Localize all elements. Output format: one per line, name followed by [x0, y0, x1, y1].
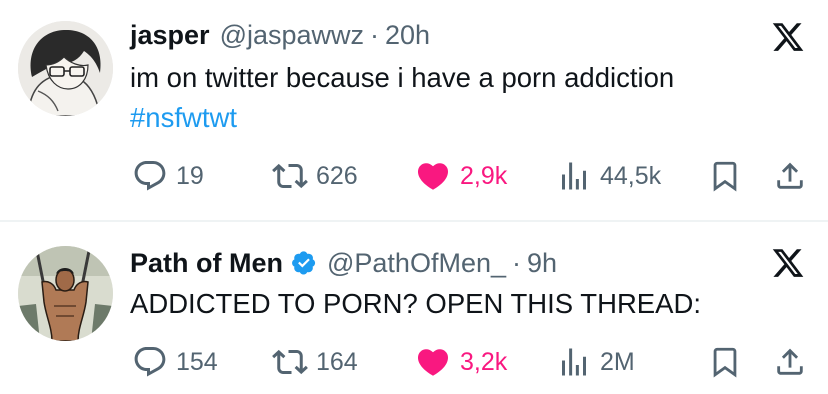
timestamp[interactable]: 20h: [385, 20, 430, 51]
tweet[interactable]: jasper @jaspawwz · 20h im on twitter bec…: [0, 0, 828, 220]
tweet-header: jasper @jaspawwz · 20h: [130, 18, 430, 52]
views-button[interactable]: 44,5k: [556, 156, 661, 196]
share-button[interactable]: [773, 156, 807, 196]
retweet-button[interactable]: 626: [272, 156, 358, 196]
avatar[interactable]: [18, 21, 113, 116]
retweet-icon: [272, 349, 308, 375]
reply-button[interactable]: 19: [132, 156, 204, 196]
share-icon: [777, 348, 803, 375]
retweet-count: 626: [316, 161, 358, 190]
tweet-actions: 154 164 3,2k 2M: [0, 342, 828, 382]
avatar-illustration-icon: [18, 21, 113, 116]
author-handle[interactable]: @jaspawwz: [220, 20, 364, 51]
tweet-text: ADDICTED TO PORN? OPEN THIS THREAD:: [130, 288, 701, 319]
x-logo-icon[interactable]: [770, 20, 806, 54]
author-name[interactable]: Path of Men: [130, 248, 283, 279]
heart-icon: [417, 349, 449, 376]
bookmark-button[interactable]: [708, 156, 742, 196]
avatar-illustration-icon: [18, 246, 113, 341]
reply-count: 19: [176, 161, 204, 190]
comment-icon: [134, 161, 166, 191]
views-count: 44,5k: [600, 161, 662, 190]
retweet-count: 164: [316, 347, 358, 376]
like-button[interactable]: 3,2k: [414, 342, 507, 382]
share-button[interactable]: [773, 342, 807, 382]
bookmark-icon: [713, 161, 737, 192]
like-button[interactable]: 2,9k: [414, 156, 507, 196]
x-logo-icon[interactable]: [770, 246, 806, 280]
like-count: 2,9k: [460, 161, 508, 190]
author-handle[interactable]: @PathOfMen_: [327, 248, 506, 279]
timestamp[interactable]: 9h: [527, 248, 557, 279]
heart-icon: [417, 163, 449, 190]
reply-count: 154: [176, 347, 218, 376]
author-name[interactable]: jasper: [130, 20, 210, 51]
reply-button[interactable]: 154: [132, 342, 218, 382]
tweet-actions: 19 626 2,9k 44,5k: [0, 156, 828, 196]
views-button[interactable]: 2M: [556, 342, 635, 382]
retweet-button[interactable]: 164: [272, 342, 358, 382]
tweet[interactable]: Path of Men @PathOfMen_ · 9h ADDICTED TO…: [0, 222, 828, 394]
verified-badge-icon[interactable]: [291, 250, 317, 276]
analytics-icon: [562, 162, 586, 190]
bookmark-icon: [713, 347, 737, 378]
bookmark-button[interactable]: [708, 342, 742, 382]
avatar[interactable]: [18, 246, 113, 341]
analytics-icon: [562, 348, 586, 376]
comment-icon: [134, 347, 166, 377]
separator-dot: ·: [370, 19, 380, 50]
hashtag-link[interactable]: #nsfwtwt: [130, 100, 237, 136]
tweet-text: im on twitter because i have a porn addi…: [130, 62, 675, 93]
share-icon: [777, 162, 803, 189]
separator-dot: ·: [512, 247, 521, 278]
like-count: 3,2k: [460, 347, 508, 376]
views-count: 2M: [600, 347, 635, 376]
retweet-icon: [272, 163, 308, 189]
tweet-header: Path of Men @PathOfMen_ · 9h: [130, 246, 557, 280]
